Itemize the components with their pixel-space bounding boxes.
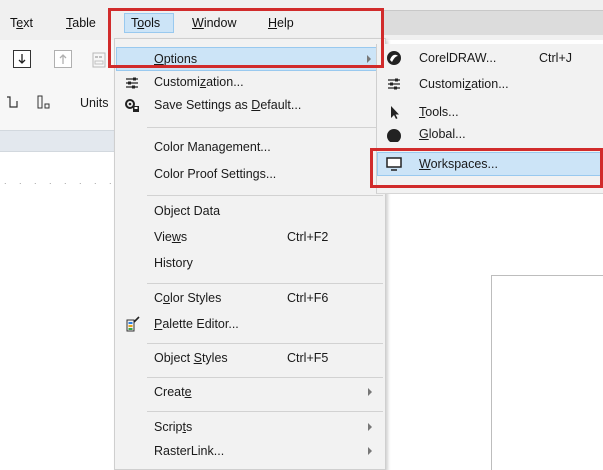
menu-help-label: Help (268, 16, 294, 30)
views-label: Views (154, 230, 188, 244)
tools-menu: Options Customization... Save Settings a… (114, 38, 386, 470)
menu-item-palette-editor[interactable]: Palette Editor... (116, 312, 384, 336)
options-submenu: CorelDRAW... Ctrl+J Customization... Too… (376, 44, 603, 194)
menu-separator (147, 283, 383, 284)
import-arrow-icon (18, 54, 26, 64)
pdf-icon[interactable] (92, 52, 106, 68)
menu-item-color-styles[interactable]: Color Styles Ctrl+F6 (116, 286, 384, 310)
ruler-ticks: . . . . . . . . . (4, 176, 132, 186)
submenu-arrow-icon (368, 423, 372, 431)
customization-label: Customization... (154, 75, 244, 89)
menu-item-save-settings[interactable]: Save Settings as Default... (116, 93, 384, 117)
menu-item-create[interactable]: Create (116, 380, 384, 404)
menu-item-scripts[interactable]: Scripts (116, 415, 384, 439)
menu-window[interactable]: Window (186, 13, 242, 33)
rasterlink-label: RasterLink... (154, 444, 225, 458)
title-strip (384, 10, 603, 35)
coreldraw-label: CorelDRAW... (419, 51, 497, 65)
submenu-arrow-icon (368, 388, 372, 396)
menu-text-label: Text (10, 16, 33, 30)
menu-separator (147, 411, 383, 412)
create-label: Create (154, 385, 192, 399)
menu-separator (147, 127, 383, 128)
workspaces-label: Workspaces... (419, 157, 498, 171)
standard-toolbar (0, 40, 120, 76)
color-styles-shortcut: Ctrl+F6 (287, 291, 329, 305)
sliders-icon (126, 77, 138, 89)
menu-item-object-styles[interactable]: Object Styles Ctrl+F5 (116, 346, 384, 370)
import-button[interactable] (13, 50, 31, 68)
submenu-item-global[interactable]: Global... (377, 122, 603, 142)
options-label: Options (154, 52, 198, 66)
menu-table-label: Table (66, 16, 96, 30)
menu-item-color-proof-settings[interactable]: Color Proof Settings... (116, 162, 384, 186)
pointer-icon (391, 106, 399, 119)
submenu-item-tools[interactable]: Tools... (377, 100, 603, 124)
export-button[interactable] (54, 50, 72, 68)
menu-item-views[interactable]: Views Ctrl+F2 (116, 225, 384, 249)
menu-separator (147, 377, 383, 378)
gear-save-icon (125, 99, 139, 112)
menu-window-label: Window (192, 16, 237, 30)
save-settings-label: Save Settings as Default... (154, 98, 302, 112)
sliders-icon (388, 78, 400, 90)
color-management-label: Color Management... (154, 140, 271, 154)
object-styles-label: Object Styles (154, 351, 228, 365)
menu-separator (147, 195, 383, 196)
tools-label: Tools... (419, 105, 459, 119)
page-layout-icon[interactable] (6, 94, 20, 110)
coreldraw-icon (387, 51, 401, 65)
menu-item-history[interactable]: History (116, 251, 384, 275)
views-shortcut: Ctrl+F2 (287, 230, 329, 244)
color-proof-label: Color Proof Settings... (154, 167, 277, 181)
menu-tools[interactable]: Tools (124, 13, 174, 33)
coreldraw-shortcut: Ctrl+J (539, 51, 572, 65)
canvas-margin (482, 195, 603, 275)
submenu-arrow-icon (367, 55, 371, 63)
menu-item-color-management[interactable]: Color Management... (116, 135, 384, 159)
scripts-label: Scripts (154, 420, 193, 434)
menu-item-options[interactable]: Options (116, 47, 384, 71)
menu-tools-label: Tools (131, 16, 161, 30)
menu-text[interactable]: Text (4, 13, 39, 33)
sub-customization-label: Customization... (419, 77, 509, 91)
color-styles-label: Color Styles (154, 291, 222, 305)
menu-item-rasterlink[interactable]: RasterLink... (116, 439, 384, 463)
menu-help[interactable]: Help (262, 13, 300, 33)
menu-bar: Text Table Tools Window Help (0, 0, 603, 40)
globe-icon (387, 129, 401, 142)
submenu-item-customization[interactable]: Customization... (377, 72, 603, 96)
object-styles-shortcut: Ctrl+F5 (287, 351, 329, 365)
landscape-page-icon[interactable] (36, 94, 58, 110)
menu-table[interactable]: Table (60, 13, 102, 33)
history-label: History (154, 256, 193, 270)
submenu-item-coreldraw[interactable]: CorelDRAW... Ctrl+J (377, 46, 603, 70)
palette-editor-label: Palette Editor... (154, 317, 239, 331)
menu-item-customization[interactable]: Customization... (116, 73, 384, 91)
submenu-arrow-icon (368, 447, 372, 455)
submenu-item-workspaces[interactable]: Workspaces... (377, 152, 603, 176)
global-label: Global... (419, 127, 466, 141)
palette-editor-icon (126, 316, 140, 332)
export-arrow-icon (59, 54, 67, 64)
drawing-page[interactable] (491, 275, 603, 470)
object-data-label: Object Data (154, 204, 221, 218)
units-label: Units (80, 96, 109, 110)
monitor-icon (386, 157, 402, 171)
menu-item-object-data[interactable]: Object Data (116, 199, 384, 223)
menu-separator (147, 343, 383, 344)
